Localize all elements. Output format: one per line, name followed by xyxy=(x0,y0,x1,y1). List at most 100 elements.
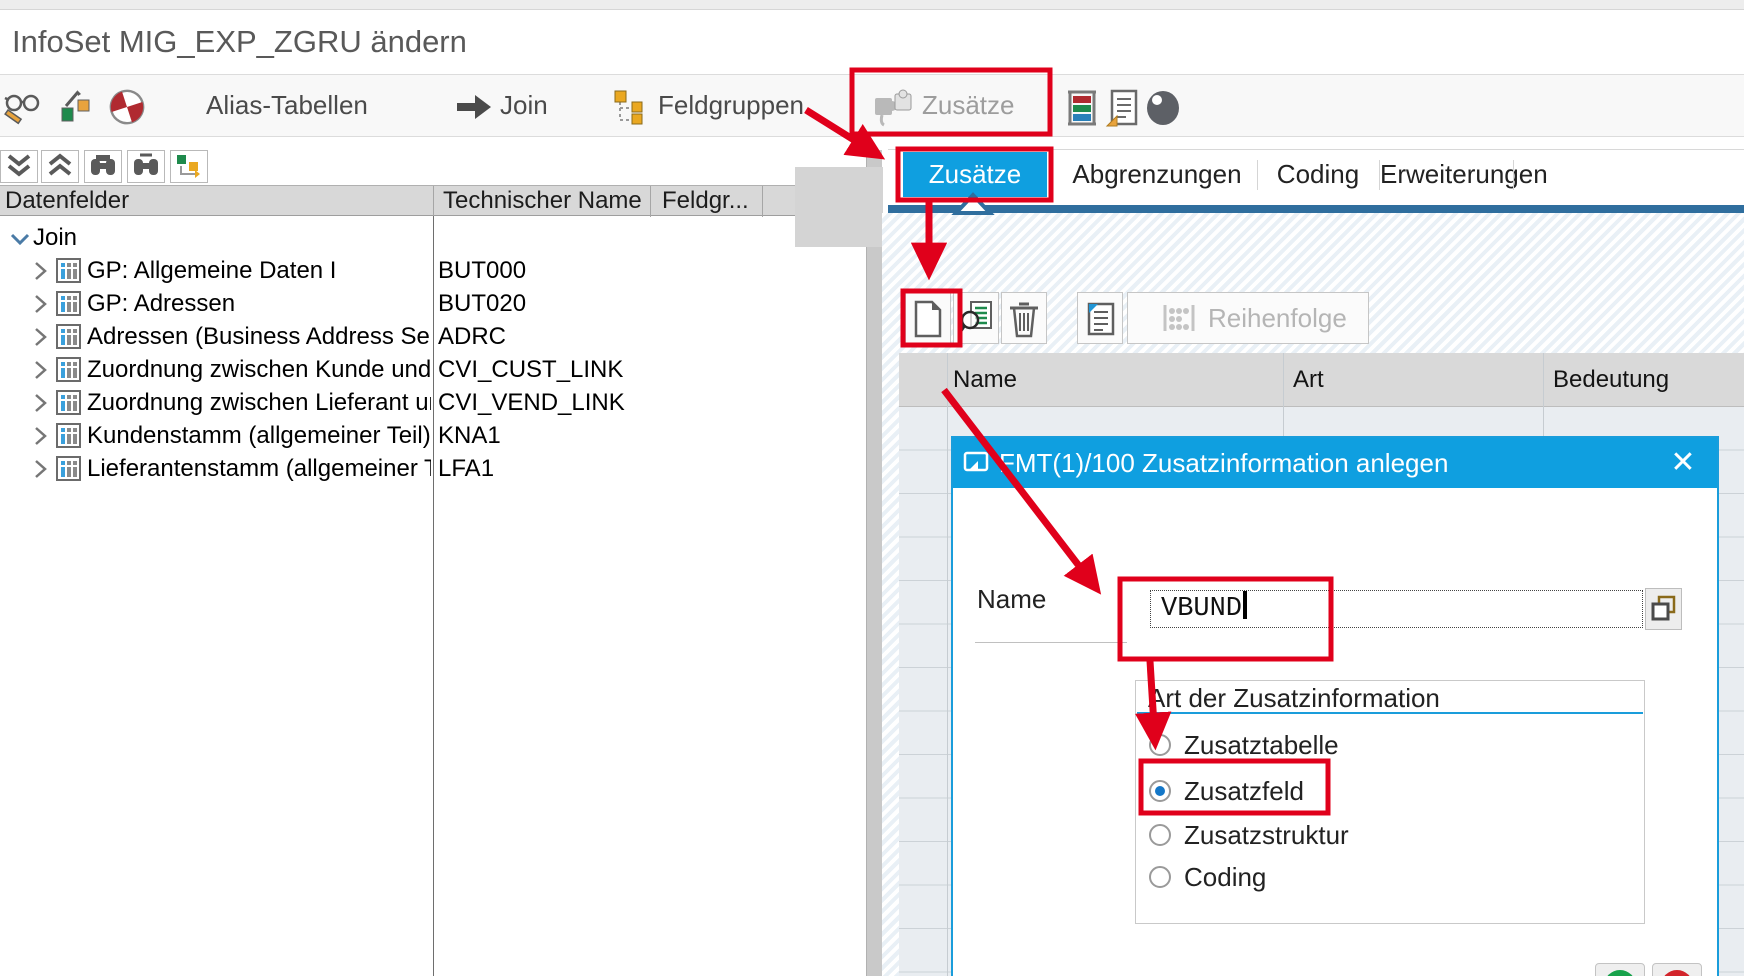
tree-row-label: GP: Adressen xyxy=(87,289,431,319)
close-icon[interactable]: ✕ xyxy=(1663,438,1703,488)
chevron-right-icon[interactable] xyxy=(30,392,50,419)
col-feldgruppe: Feldgr... xyxy=(662,186,749,215)
tree-row[interactable]: Adressen (Business Address Serv ADRC xyxy=(0,320,866,353)
radio-zusatzfeld[interactable]: Zusatzfeld xyxy=(1149,776,1304,806)
feldgruppen-icon xyxy=(612,88,650,126)
grid-col-art: Art xyxy=(1293,353,1324,407)
radio-selected-icon[interactable] xyxy=(1149,780,1171,802)
tree-root-label: Join xyxy=(33,223,77,253)
window-top-strip xyxy=(0,0,1744,10)
tree-row[interactable]: Lieferantenstamm (allgemeiner T LFA1 xyxy=(0,452,866,485)
delete-button[interactable] xyxy=(1001,292,1047,344)
tab-erweiterungen[interactable]: Erweiterungen xyxy=(1380,152,1512,197)
display-button[interactable] xyxy=(953,292,999,344)
name-field-label: Name xyxy=(977,584,1046,615)
radio-icon[interactable] xyxy=(1149,866,1171,888)
table-icon xyxy=(56,423,81,453)
join-button[interactable]: Join xyxy=(500,75,548,136)
radio-label: Zusatzstruktur xyxy=(1184,820,1349,851)
tab-abgrenzungen[interactable]: Abgrenzungen xyxy=(1064,152,1250,197)
table-icon xyxy=(56,390,81,420)
radio-icon[interactable] xyxy=(1149,824,1171,846)
dialog-title-bar[interactable]: FMT(1)/100 Zusatzinformation anlegen ✕ xyxy=(953,438,1717,488)
tab-underline-bar xyxy=(888,205,1744,213)
col-technischer-name: Technischer Name xyxy=(443,186,642,215)
radio-label: Coding xyxy=(1184,862,1266,893)
tab-separator xyxy=(1379,160,1380,190)
chevron-down-icon[interactable] xyxy=(8,227,32,256)
header-divider xyxy=(762,186,763,217)
tree-row-label: Zuordnung zwischen Kunde und ( xyxy=(87,355,431,385)
tab-coding[interactable]: Coding xyxy=(1258,152,1378,197)
cancel-button[interactable] xyxy=(1652,963,1702,976)
tree-row[interactable]: Kundenstamm (allgemeiner Teil) KNA1 xyxy=(0,419,866,452)
tree-row[interactable]: Zuordnung zwischen Kunde und ( CVI_CUST_… xyxy=(0,353,866,386)
tree-row[interactable]: Zuordnung zwischen Lieferant ur CVI_VEND… xyxy=(0,386,866,419)
alias-tabellen-button[interactable]: Alias-Tabellen xyxy=(206,75,368,136)
tree-row-tech: ADRC xyxy=(438,322,506,352)
tree-row-label: GP: Allgemeine Daten I xyxy=(87,256,431,286)
name-input[interactable]: VBUND xyxy=(1150,590,1643,628)
chevron-right-icon[interactable] xyxy=(30,359,50,386)
infoset-chart-icon[interactable] xyxy=(58,88,96,126)
header-divider xyxy=(650,186,651,217)
zusaetze-button[interactable]: Zusätze xyxy=(922,75,1015,136)
abacus-icon xyxy=(1162,303,1196,333)
tree-row-label: Kundenstamm (allgemeiner Teil) xyxy=(87,421,431,451)
radio-zusatztabelle[interactable]: Zusatztabelle xyxy=(1149,730,1339,760)
documentation-button[interactable] xyxy=(1077,292,1123,344)
tree-row-tech: BUT000 xyxy=(438,256,526,286)
radio-label: Zusatztabelle xyxy=(1184,730,1339,761)
field-underline xyxy=(975,642,1127,643)
tab-separator xyxy=(1257,160,1258,190)
datenfelder-panel: Datenfelder Technischer Name Feldgr... J… xyxy=(0,185,866,976)
create-button[interactable] xyxy=(905,292,951,344)
radio-zusatzstruktur[interactable]: Zusatzstruktur xyxy=(1149,820,1349,850)
sphere-icon[interactable] xyxy=(1143,88,1181,126)
pie-chart-icon[interactable] xyxy=(108,88,146,126)
panel-splitter[interactable] xyxy=(866,150,882,976)
radio-coding[interactable]: Coding xyxy=(1149,862,1266,892)
tree-row[interactable]: GP: Allgemeine Daten I BUT000 xyxy=(0,254,866,287)
green-check-icon xyxy=(1602,968,1638,976)
tree-row-tech: CVI_CUST_LINK xyxy=(438,355,623,385)
expand-all-button[interactable] xyxy=(0,150,38,183)
group-title: Art der Zusatzinformation xyxy=(1148,683,1440,714)
name-input-value: VBUND xyxy=(1161,594,1242,624)
main-toolbar: Alias-Tabellen Join Feldgruppen Zusätze xyxy=(0,74,1744,137)
tab-zusaetze[interactable]: Zusätze xyxy=(903,152,1047,197)
text-cursor xyxy=(1243,591,1247,619)
tree-row-label: Lieferantenstamm (allgemeiner T xyxy=(87,454,431,484)
feldgruppen-button[interactable]: Feldgruppen xyxy=(658,75,804,136)
reihenfolge-button[interactable]: Reihenfolge xyxy=(1127,292,1369,344)
art-der-zusatzinformation-group: Art der Zusatzinformation Zusatztabelle … xyxy=(1135,680,1645,924)
radio-label: Zusatzfeld xyxy=(1184,776,1304,807)
chevron-right-icon[interactable] xyxy=(30,260,50,287)
chevron-right-icon[interactable] xyxy=(30,458,50,485)
reihenfolge-label: Reihenfolge xyxy=(1208,303,1347,334)
group-title-underline xyxy=(1137,712,1643,714)
tree-row-tech: LFA1 xyxy=(438,454,494,484)
tree-row-tech: BUT020 xyxy=(438,289,526,319)
chevron-right-icon[interactable] xyxy=(30,293,50,320)
table-icon xyxy=(56,258,81,288)
field-hierarchy-button[interactable] xyxy=(170,150,208,183)
find-icon[interactable] xyxy=(84,150,122,183)
tree-row[interactable]: GP: Adressen BUT020 xyxy=(0,287,866,320)
dialog-window-icon xyxy=(963,450,991,481)
tree-row-tech: CVI_VEND_LINK xyxy=(438,388,625,418)
chevron-right-icon[interactable] xyxy=(30,425,50,452)
lineup-icon[interactable] xyxy=(1064,88,1102,126)
tree-root-join[interactable]: Join xyxy=(0,221,866,254)
collapse-all-button[interactable] xyxy=(41,150,79,183)
tree-row-label: Adressen (Business Address Serv xyxy=(87,322,431,352)
display-change-icon[interactable] xyxy=(2,88,40,126)
radio-icon[interactable] xyxy=(1149,734,1171,756)
page-icon[interactable] xyxy=(1104,88,1142,126)
col-datenfelder: Datenfelder xyxy=(5,186,129,215)
copy-icon[interactable] xyxy=(1645,588,1682,630)
confirm-button[interactable] xyxy=(1595,963,1645,976)
chevron-right-icon[interactable] xyxy=(30,326,50,353)
page-title: InfoSet MIG_EXP_ZGRU ändern xyxy=(12,10,467,74)
find-next-icon[interactable] xyxy=(127,150,165,183)
